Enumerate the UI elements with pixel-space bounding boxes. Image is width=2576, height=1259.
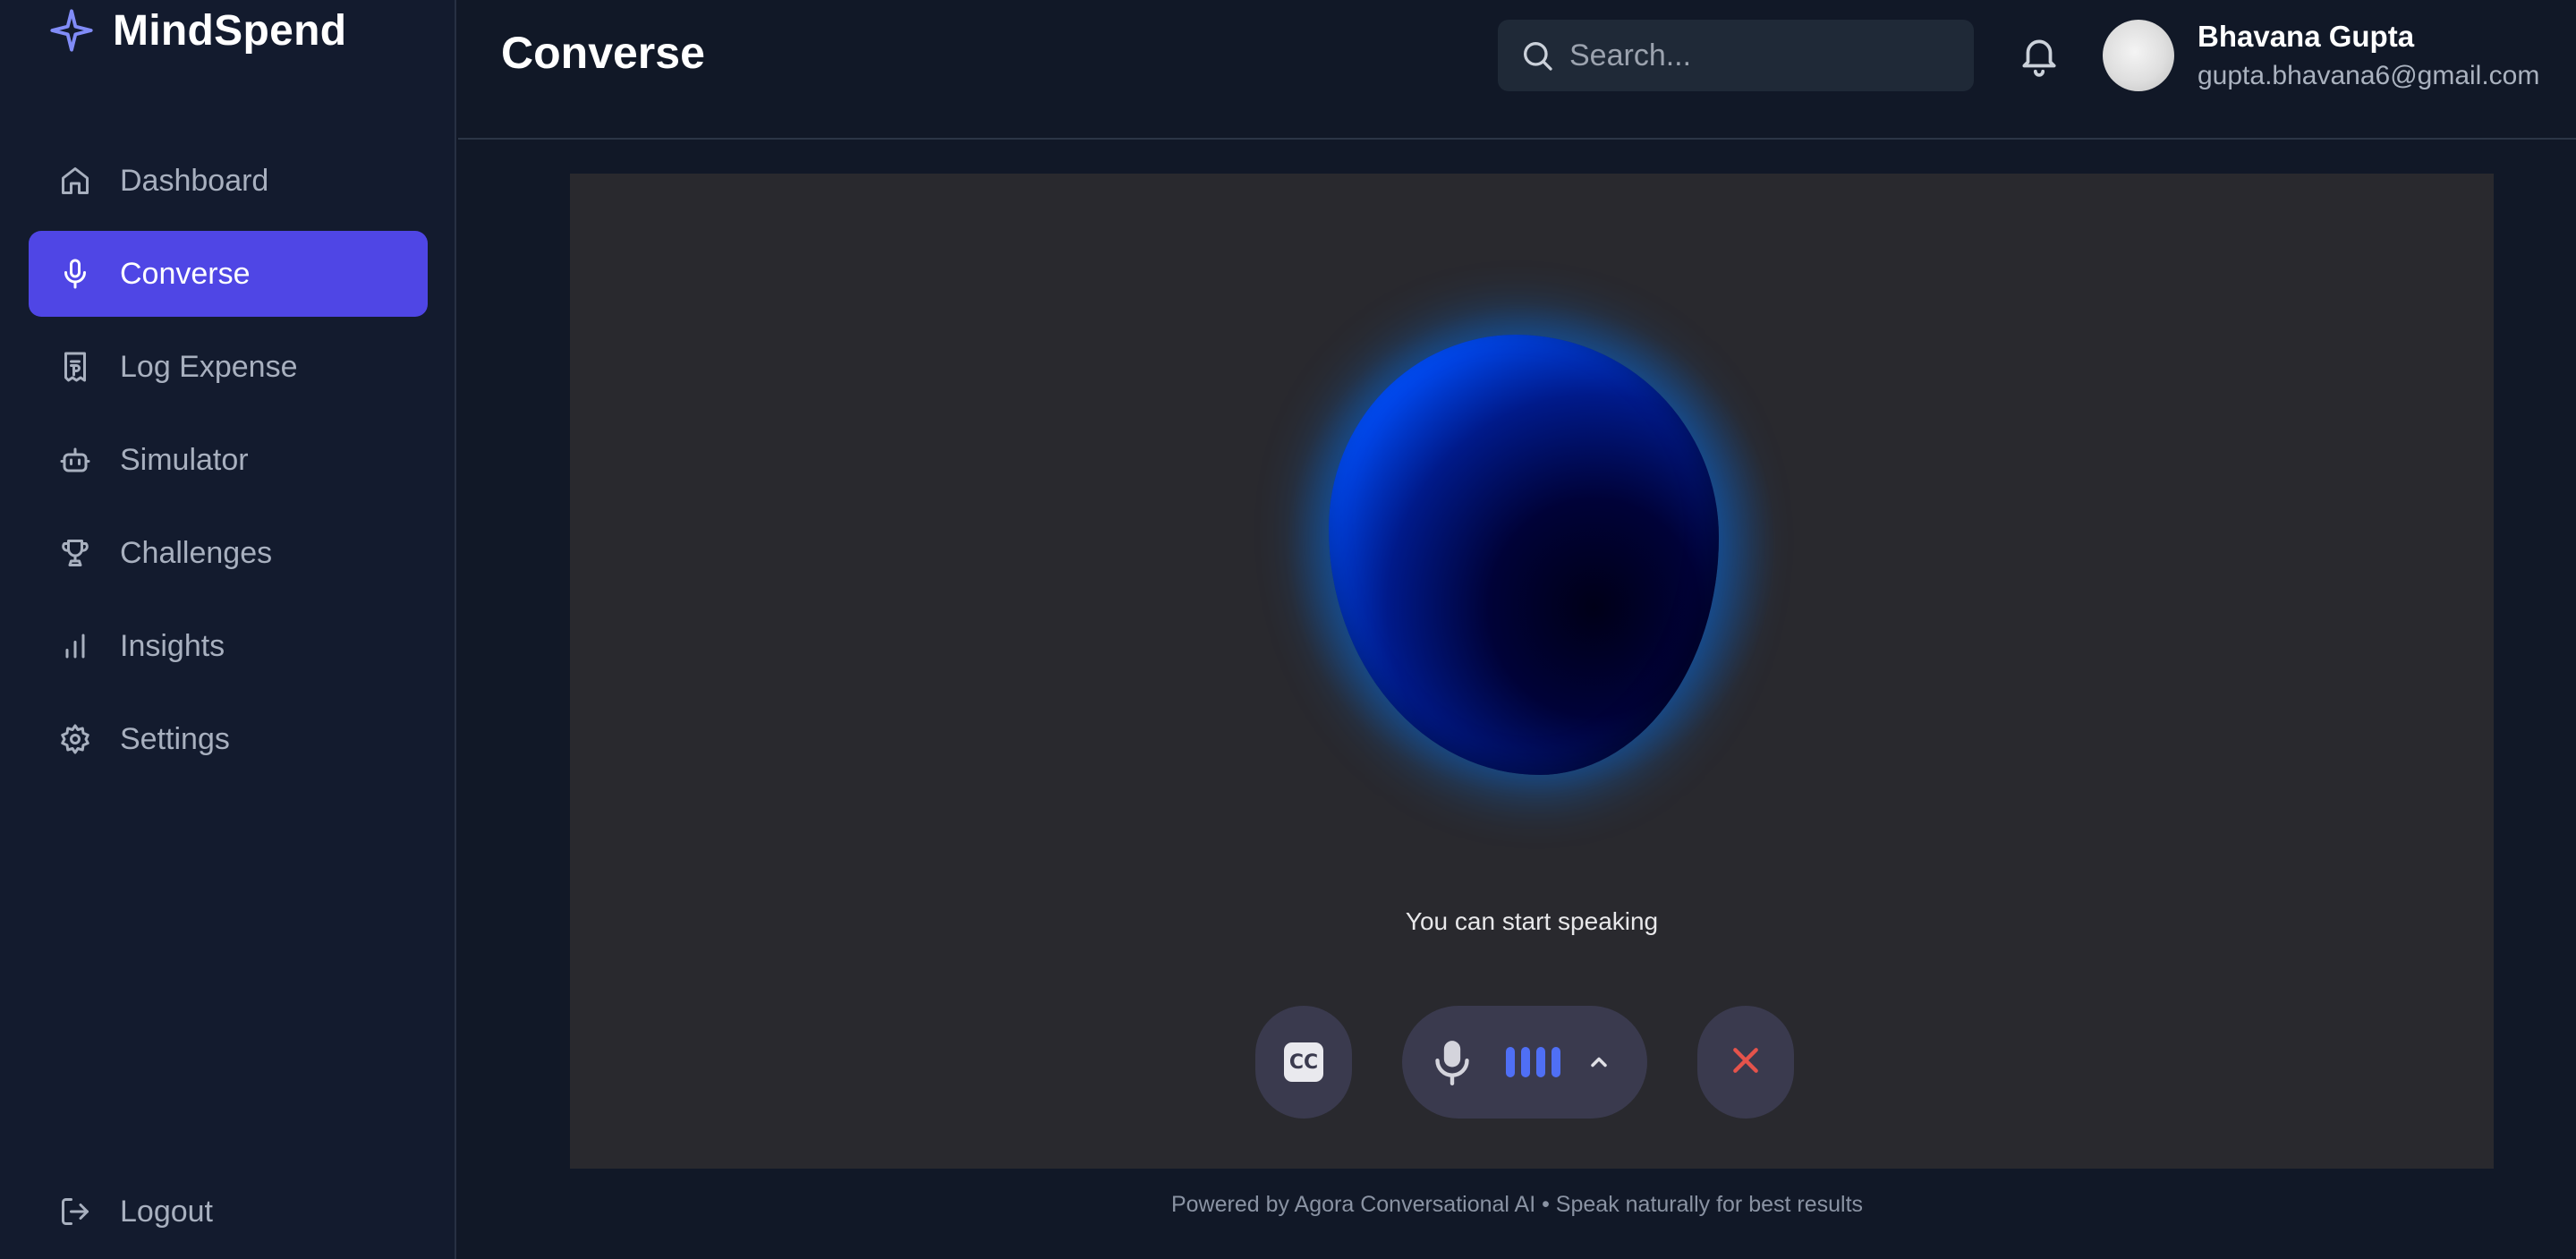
logout-label: Logout bbox=[120, 1194, 213, 1229]
captions-icon: CC bbox=[1284, 1042, 1323, 1082]
mic-control-group bbox=[1402, 1006, 1647, 1119]
conversation-stage: You can start speaking CC bbox=[570, 174, 2494, 1169]
brand-name: MindSpend bbox=[113, 6, 347, 55]
sidebar-item-label: Insights bbox=[120, 628, 225, 663]
sidebar-item-label: Dashboard bbox=[120, 163, 269, 198]
search-icon bbox=[1519, 38, 1555, 73]
receipt-icon bbox=[59, 351, 91, 383]
microphone-icon bbox=[59, 258, 91, 290]
search-box[interactable] bbox=[1498, 20, 1974, 91]
sidebar-item-dashboard[interactable]: Dashboard bbox=[29, 138, 428, 224]
end-call-button[interactable] bbox=[1697, 1006, 1794, 1119]
trophy-icon bbox=[59, 537, 91, 569]
status-text: You can start speaking bbox=[1405, 907, 1659, 935]
avatar[interactable] bbox=[2103, 20, 2174, 91]
level-bar bbox=[1552, 1047, 1560, 1077]
sidebar-item-label: Challenges bbox=[120, 535, 273, 570]
logout-icon bbox=[59, 1195, 91, 1228]
bar-chart-icon bbox=[59, 630, 91, 662]
level-bar bbox=[1536, 1047, 1545, 1077]
audio-level-meter bbox=[1506, 1044, 1567, 1080]
top-header: Converse Bhavana Gupta gupta.bhavana6@gm… bbox=[458, 0, 2576, 140]
chevron-up-icon[interactable] bbox=[1586, 1050, 1611, 1075]
sidebar-item-challenges[interactable]: Challenges bbox=[29, 510, 428, 596]
home-icon bbox=[59, 165, 91, 197]
level-bar bbox=[1521, 1047, 1530, 1077]
gear-icon bbox=[59, 723, 91, 755]
logout-button[interactable]: Logout bbox=[29, 1169, 428, 1255]
sparkle-icon bbox=[48, 7, 95, 54]
close-icon bbox=[1728, 1042, 1764, 1083]
sidebar-item-simulator[interactable]: Simulator bbox=[29, 417, 428, 503]
call-controls: CC bbox=[570, 1006, 2494, 1122]
sidebar-item-log-expense[interactable]: Log Expense bbox=[29, 324, 428, 410]
user-name: Bhavana Gupta bbox=[2198, 20, 2415, 53]
sidebar-item-converse[interactable]: Converse bbox=[29, 231, 428, 317]
app-root: MindSpend Dashboard Converse Log Expense bbox=[0, 0, 2576, 1259]
sidebar: MindSpend Dashboard Converse Log Expense bbox=[0, 0, 456, 1259]
footer-note: Powered by Agora Conversational AI • Spe… bbox=[1170, 1192, 1864, 1217]
captions-button[interactable]: CC bbox=[1255, 1006, 1352, 1119]
user-email: gupta.bhavana6@gmail.com bbox=[2198, 61, 2540, 90]
microphone-icon[interactable] bbox=[1433, 1037, 1472, 1087]
sidebar-item-label: Settings bbox=[120, 721, 230, 756]
sidebar-item-label: Converse bbox=[120, 256, 251, 291]
brand[interactable]: MindSpend bbox=[48, 4, 346, 57]
page-title: Converse bbox=[501, 28, 705, 78]
sidebar-item-label: Log Expense bbox=[120, 349, 298, 384]
bot-icon bbox=[59, 444, 91, 476]
sidebar-item-settings[interactable]: Settings bbox=[29, 696, 428, 782]
bell-icon[interactable] bbox=[2017, 32, 2062, 77]
sidebar-item-insights[interactable]: Insights bbox=[29, 603, 428, 689]
level-bar bbox=[1506, 1047, 1515, 1077]
sidebar-item-label: Simulator bbox=[120, 442, 249, 477]
sidebar-nav: Dashboard Converse Log Expense Simulator bbox=[29, 138, 428, 789]
search-input[interactable] bbox=[1569, 38, 1963, 73]
